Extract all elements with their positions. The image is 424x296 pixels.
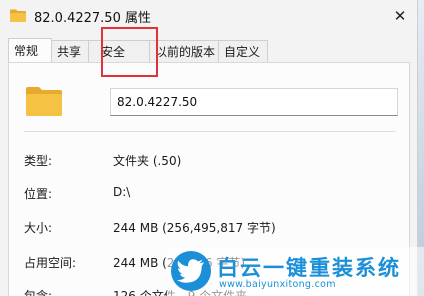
tab-sharing[interactable]: 共享 xyxy=(51,40,89,62)
property-label: 占用空间: xyxy=(24,256,77,270)
tab-general[interactable]: 常规 xyxy=(8,38,52,62)
watermark-text: 白云一键重装系统 xyxy=(217,256,401,280)
property-label: 大小: xyxy=(24,221,53,235)
property-value: D:\ xyxy=(113,185,131,199)
property-label: 位置: xyxy=(24,187,53,201)
watermark: 白云一键重装系统 www.baiyunxitong.com xyxy=(167,247,424,296)
security-tab-highlight-box xyxy=(101,27,158,77)
property-value: 244 MB (256,495,817 字节) xyxy=(113,221,276,235)
bird-icon xyxy=(171,251,211,291)
tab-previous-versions[interactable]: 以前的版本 xyxy=(149,40,219,62)
tab-customize[interactable]: 自定义 xyxy=(218,40,268,62)
property-label: 包含: xyxy=(24,289,53,296)
folder-name-input[interactable]: 82.0.4227.50 xyxy=(110,88,398,116)
folder-icon xyxy=(10,9,26,22)
watermark-url: www.baiyunxitong.com xyxy=(219,279,336,290)
close-icon: ✕ xyxy=(393,7,407,25)
window-title: 82.0.4227.50 属性 xyxy=(34,11,151,26)
title-bar[interactable]: 82.0.4227.50 属性 ✕ xyxy=(0,0,417,32)
property-value: 文件夹 (.50) xyxy=(113,154,182,168)
close-button[interactable]: ✕ xyxy=(390,6,410,26)
folder-icon xyxy=(26,87,62,116)
tab-strip: 常规 共享 安全 以前的版本 自定义 xyxy=(8,38,410,62)
property-label: 类型: xyxy=(24,154,53,168)
section-divider xyxy=(24,131,396,132)
